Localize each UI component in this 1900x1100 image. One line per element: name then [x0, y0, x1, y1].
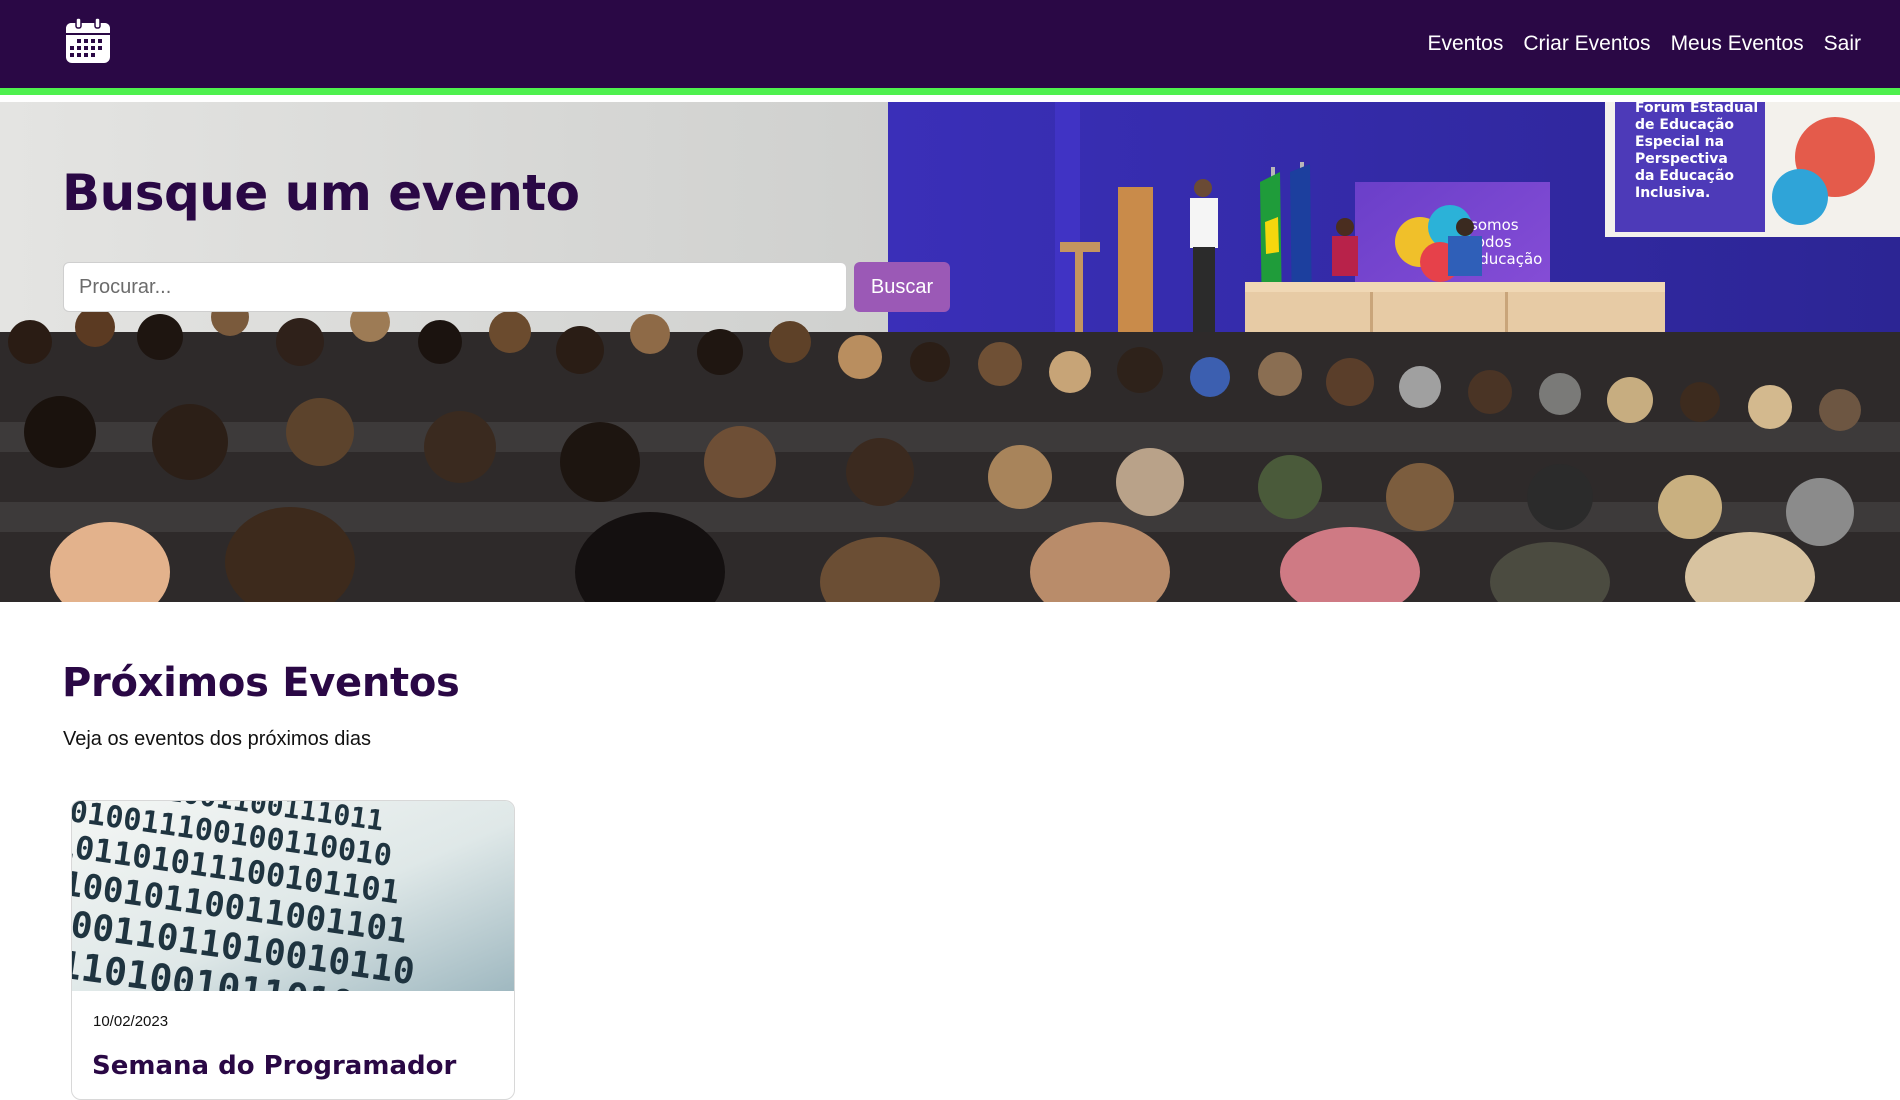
event-title: Semana do Programador — [92, 1051, 457, 1081]
hero-banner: Forum Estadual de Educação Especial na P… — [0, 102, 1900, 602]
nav-link-criar-eventos[interactable]: Criar Eventos — [1523, 30, 1650, 58]
svg-text:de Educação: de Educação — [1635, 117, 1734, 133]
svg-text:Perspectiva: Perspectiva — [1635, 151, 1728, 167]
svg-text:somos: somos — [1470, 216, 1519, 234]
svg-text:da Educação: da Educação — [1635, 168, 1734, 184]
nav-link-sair[interactable]: Sair — [1824, 30, 1861, 58]
event-card[interactable]: 1101011001100111011 0010011100100110010 … — [71, 800, 515, 1100]
section-subtitle: Veja os eventos dos próximos dias — [63, 728, 371, 750]
search-button[interactable]: Buscar — [854, 262, 950, 312]
search-input[interactable] — [63, 262, 847, 312]
nav-links: Eventos Criar Eventos Meus Eventos Sair — [1427, 30, 1861, 58]
event-card-image: 1101011001100111011 0010011100100110010 … — [72, 801, 514, 991]
navbar: Eventos Criar Eventos Meus Eventos Sair — [0, 0, 1900, 95]
section-title: Próximos Eventos — [62, 660, 460, 706]
nav-link-eventos[interactable]: Eventos — [1427, 30, 1503, 58]
calendar-icon[interactable] — [65, 17, 111, 64]
svg-text:Especial na: Especial na — [1635, 134, 1724, 150]
svg-text:Forum Estadual: Forum Estadual — [1635, 102, 1758, 116]
event-date: 10/02/2023 — [93, 1013, 169, 1030]
hero-title: Busque um evento — [62, 164, 580, 222]
svg-text:Inclusiva.: Inclusiva. — [1635, 185, 1710, 201]
nav-link-meus-eventos[interactable]: Meus Eventos — [1671, 30, 1804, 58]
